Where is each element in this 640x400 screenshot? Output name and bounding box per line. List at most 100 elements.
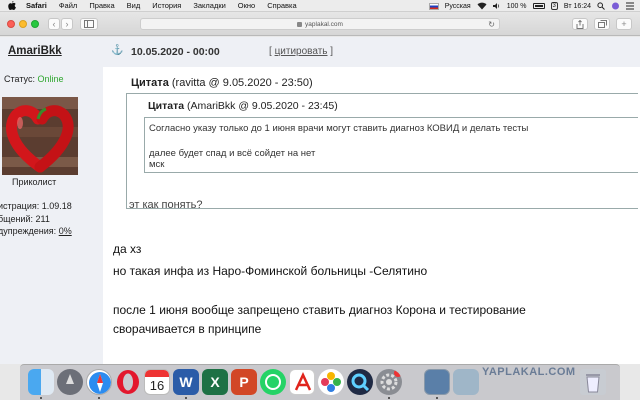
post-header: ⚓ 10.05.2020 - 00:00 [ цитировать ]	[103, 37, 640, 67]
running-indicator	[40, 397, 42, 399]
quicktime-icon[interactable]	[347, 369, 373, 395]
url-text: yaplakal.com	[305, 20, 343, 28]
reload-icon[interactable]: ↻	[488, 19, 495, 30]
menu-window[interactable]: Окно	[238, 1, 255, 10]
status-value: Online	[37, 74, 64, 84]
browser-toolbar: ‹ › yaplakal.com ↻ +	[0, 12, 640, 36]
quote-link-close-bracket: ]	[327, 46, 334, 57]
calendar-header	[145, 370, 169, 377]
keyboard-brightness-icon[interactable]: 3	[550, 2, 558, 10]
chili-heart-image	[2, 97, 78, 175]
powerpoint-icon[interactable]: P	[231, 369, 257, 395]
web-page: AmariBkk Статус: Online Приколист истрац…	[0, 37, 640, 364]
opera-icon[interactable]	[115, 369, 141, 395]
image-capture-icon[interactable]	[453, 369, 479, 395]
wifi-icon[interactable]	[477, 2, 487, 10]
post-text-line: но такая инфа из Наро-Фоминской больницы…	[113, 264, 428, 278]
menu-app-name[interactable]: Safari	[26, 1, 47, 10]
volume-icon[interactable]	[492, 2, 501, 10]
forward-button[interactable]: ›	[61, 18, 73, 30]
quote-meta: (ravitta @ 9.05.2020 - 23:50)	[168, 77, 313, 89]
menu-history[interactable]: История	[152, 1, 181, 10]
safari-icon[interactable]	[86, 369, 112, 395]
keyboard-layout-label[interactable]: Русская	[445, 3, 471, 10]
russian-flag-icon[interactable]	[428, 2, 439, 10]
username-link[interactable]: AmariBkk	[8, 45, 62, 57]
post-text-line: сворачивается в принципе	[113, 322, 262, 336]
spotlight-icon[interactable]	[597, 2, 605, 10]
anchor-icon[interactable]: ⚓	[111, 45, 123, 56]
compass-glyph	[89, 372, 111, 394]
quote-meta: (AmariBkk @ 9.05.2020 - 23:45)	[184, 100, 338, 112]
forum-post: ⚓ 10.05.2020 - 00:00 [ цитировать ] Цита…	[103, 37, 640, 364]
apple-icon[interactable]	[8, 1, 16, 10]
trash-icon[interactable]	[580, 369, 606, 395]
excel-icon[interactable]: X	[202, 369, 228, 395]
user-status: Статус: Online	[4, 74, 63, 84]
warnings-row: дупреждения: 0%	[0, 225, 72, 238]
finder-icon[interactable]	[28, 369, 54, 395]
minimize-window-button[interactable]	[19, 20, 27, 28]
whatsapp-icon[interactable]	[260, 369, 286, 395]
user-title: Приколист	[12, 177, 57, 187]
acrobat-icon[interactable]	[289, 369, 315, 395]
running-indicator	[98, 397, 100, 399]
quicktime-glyph	[351, 373, 370, 392]
preview-icon[interactable]	[424, 369, 450, 395]
quote-link[interactable]: [ цитировать ]	[269, 46, 333, 57]
battery-percent[interactable]: 100 %	[507, 3, 527, 10]
menu-edit[interactable]: Правка	[89, 1, 114, 10]
new-tab-button[interactable]: +	[616, 18, 632, 30]
post-text-line: да хз	[113, 242, 142, 256]
opera-glyph	[117, 370, 139, 394]
word-icon[interactable]: W	[173, 369, 199, 395]
sidebar-button[interactable]	[80, 18, 98, 30]
share-button[interactable]	[572, 18, 588, 30]
quote-label: Цитата	[131, 77, 169, 89]
post-date: 10.05.2020 - 00:00	[131, 46, 220, 58]
lock-icon	[297, 21, 303, 27]
warnings-value[interactable]: 0%	[59, 226, 72, 236]
calendar-icon[interactable]: 16	[144, 369, 170, 395]
running-indicator	[436, 397, 438, 399]
close-window-button[interactable]	[7, 20, 15, 28]
sidebar-icon	[84, 20, 94, 28]
site-watermark: YAPLAKAL.COM	[482, 366, 576, 378]
launchpad-icon[interactable]	[57, 369, 83, 395]
tabs-icon	[597, 20, 607, 28]
running-indicator	[388, 397, 390, 399]
user-panel: AmariBkk Статус: Online Приколист истрац…	[0, 37, 103, 364]
notification-center-icon[interactable]	[626, 2, 634, 10]
show-tabs-button[interactable]	[594, 18, 610, 30]
quote-text-line: Согласно указу только до 1 июня врачи мо…	[149, 123, 529, 134]
fullscreen-window-button[interactable]	[31, 20, 39, 28]
battery-icon[interactable]	[532, 3, 545, 9]
system-preferences-icon[interactable]	[376, 369, 402, 395]
status-label: Статус:	[4, 74, 35, 84]
calendar-day: 16	[149, 378, 165, 393]
avatar[interactable]	[2, 97, 78, 175]
quote-text-line: далее будет спад и всё сойдет на нет	[149, 148, 316, 159]
registration-date: истрация: 1.09.18	[0, 201, 72, 211]
address-bar[interactable]: yaplakal.com ↻	[140, 18, 500, 30]
warnings-label: дупреждения:	[0, 226, 59, 236]
clock[interactable]: Вт 16:24	[564, 3, 591, 10]
trash-glyph	[586, 374, 600, 393]
quote-header-outer: Цитата (ravitta @ 9.05.2020 - 23:50)	[131, 77, 313, 89]
menu-file[interactable]: Файл	[59, 1, 77, 10]
menu-view[interactable]: Вид	[127, 1, 141, 10]
back-button[interactable]: ‹	[48, 18, 60, 30]
menu-bar: Safari Файл Правка Вид История Закладки …	[0, 0, 640, 12]
rocket-glyph	[66, 374, 74, 384]
photos-icon[interactable]	[318, 369, 344, 395]
notification-badge	[394, 369, 402, 377]
running-indicator	[185, 397, 187, 399]
acrobat-glyph	[294, 372, 312, 391]
siri-icon[interactable]	[611, 2, 620, 10]
quote-link-label[interactable]: цитировать	[275, 46, 328, 57]
share-icon	[576, 19, 584, 29]
user-info: истрация: 1.09.18 бщений: 211 дупреждени…	[0, 200, 72, 238]
quote-label: Цитата	[148, 100, 185, 112]
menu-help[interactable]: Справка	[267, 1, 296, 10]
menu-bookmarks[interactable]: Закладки	[193, 1, 225, 10]
